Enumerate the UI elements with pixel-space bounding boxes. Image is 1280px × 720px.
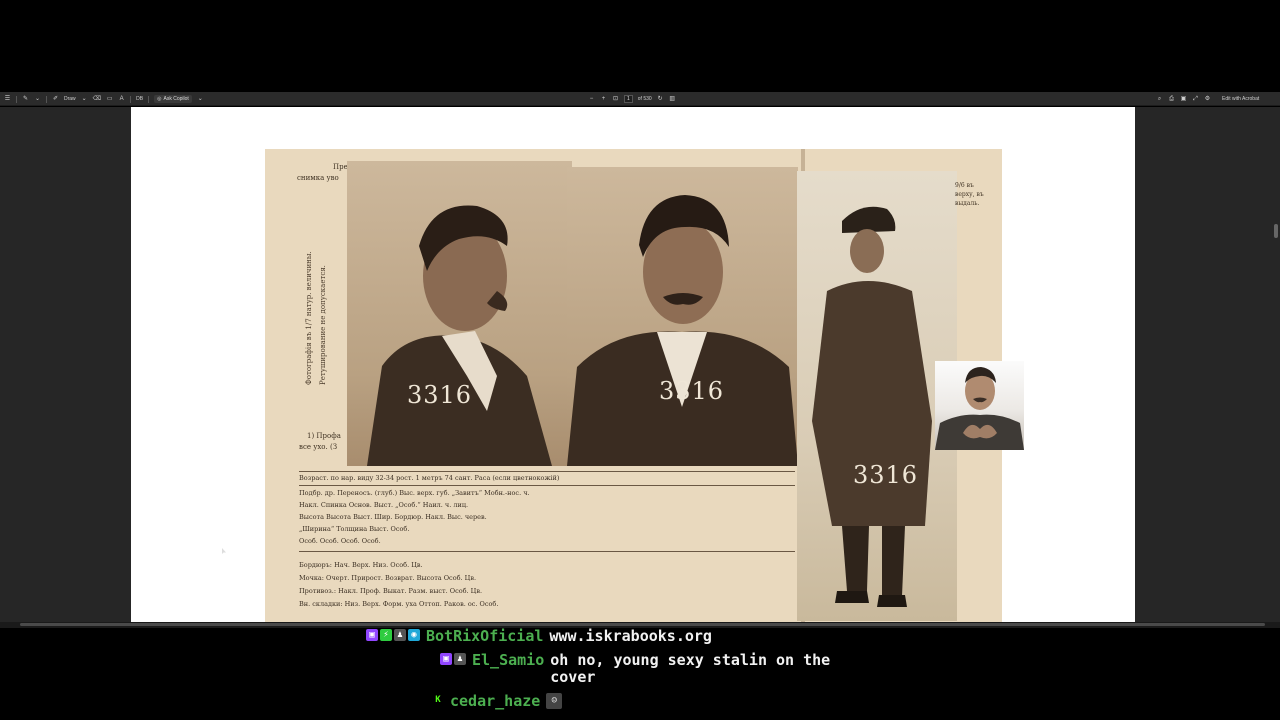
profile-photo: 3316 [347,161,572,466]
chat-message: ▣ ⚡ ♟ ◉ BotRixOficial www.iskrabooks.org [366,628,712,645]
partner-icon: ◉ [408,629,420,641]
cursor-icon [222,540,226,554]
edit-with-acrobat-button[interactable]: Edit with Acrobat [1222,96,1259,102]
form-rule [299,485,795,486]
vertical-scrollbar-thumb[interactable] [1274,224,1278,238]
fit-page-icon[interactable]: ⊡ [612,95,619,104]
menu-icon[interactable]: ☰ [4,95,11,104]
highlight-icon[interactable]: ✎ [22,95,29,104]
page-view-icon[interactable]: ▥ [669,95,676,104]
mugshot-card-scan: Пре снимка уво Фотографія въ 1/7 натур. … [265,149,1002,622]
broadcaster-icon: ♟ [394,629,406,641]
chevron-down-icon[interactable]: ⌄ [34,95,41,104]
eraser-icon[interactable]: ⌫ [93,95,101,104]
chat-message: K cedar_haze ☺ [432,693,563,710]
caption-line: все ухо. (З [299,443,338,451]
overlay-portrait [935,367,1024,450]
ask-copilot-label: Ask Copilot [163,96,189,102]
zoom-display[interactable]: DB [136,96,143,102]
twitch-icon: ▣ [440,653,452,665]
chat-username[interactable]: BotRixOficial [426,628,543,645]
profile-figure [367,205,552,466]
ask-copilot-button[interactable]: ◎ Ask Copilot [154,95,192,103]
search-icon[interactable]: ⌕ [1156,95,1163,104]
form-row: Высота Высота Выст. Шир. Бордюр. Накл. В… [299,513,487,521]
page-number-input[interactable]: 1 [624,95,633,103]
pdf-viewer[interactable]: Пре снимка уво Фотографія въ 1/7 натур. … [0,107,1280,720]
header-text: Пре [333,163,348,171]
prisoner-number: 3316 [407,381,473,409]
settings-icon[interactable]: ⚙ [1204,95,1211,104]
stream-top-area [0,0,1280,92]
prisoner-number: 3316 [659,377,725,405]
badge-group: K [432,694,444,706]
chat-username[interactable]: cedar_haze [450,693,540,710]
twitch-icon: ▣ [366,629,378,641]
full-length-figure [812,206,932,607]
badge-group: ▣ ♟ [440,653,466,665]
copilot-icon: ◎ [157,96,162,102]
pdf-toolbar: ☰ ✎ ⌄ ✐ Draw ⌄ ⌫ ▭ A DB ◎ Ask Copilot ⌄ … [0,92,1280,106]
full-length-photo: 3316 [797,171,957,621]
draw-button[interactable]: Draw [64,96,76,102]
page-total: of 530 [637,96,652,102]
form-row: Мочка: Очерт. Прирост. Возврат. Высота О… [299,574,477,582]
toolbar-divider [130,95,132,103]
draw-icon[interactable]: ✐ [52,95,59,104]
user-icon: ♟ [454,653,466,665]
text-box-icon[interactable]: ▭ [106,95,113,104]
form-row: Бордюръ: Нач. Верх. Низ. Особ. Цв. [299,561,423,569]
frontal-photo: 3316 [567,167,798,466]
chat-message: ▣ ♟ El_Samio oh no, young sexy stalin on… [440,652,920,686]
zoom-out-icon[interactable]: − [588,95,595,104]
form-row: Возраст. по нар. виду 32-34 рост. 1 метр… [299,474,560,482]
zoom-in-icon[interactable]: + [600,95,607,104]
header-text: снимка уво [297,174,339,182]
frontal-figure [567,195,798,466]
form-row: Особ. Особ. Особ. Особ. [299,537,381,545]
chat-username[interactable]: El_Samio [472,652,544,669]
form-row: Подбр. др. Переносъ. (глуб.) Выс. верх. … [299,489,530,497]
side-note: 9/6 въ верху, въ выдаль. [955,182,984,207]
overlay-portrait-photo [935,361,1024,450]
vertical-caption: Фотографія въ 1/7 натур. величины. [305,251,313,385]
form-row: Вн. складки: Низ. Верх. Форм. уха Оттоп.… [299,600,499,608]
save-icon[interactable]: ▣ [1180,95,1187,104]
toolbar-divider [16,95,17,103]
vertical-caption: Ретуширование не допускается. [319,265,327,385]
chat-text: www.iskrabooks.org [549,627,712,645]
form-rule [299,551,795,552]
rotate-icon[interactable]: ↻ [657,95,664,104]
horizontal-scrollbar-thumb[interactable] [20,623,1265,626]
chevron-down-icon[interactable]: ⌄ [197,95,204,104]
form-row: Накл. Спинка Основ. Выст. „Особ.“ Наил. … [299,501,469,509]
read-aloud-icon[interactable]: A [118,95,125,104]
bot-icon: ⚡ [380,629,392,641]
chat-text: oh no, young sexy stalin on the cover [550,651,831,686]
kick-icon: K [432,694,444,706]
badge-group: ▣ ⚡ ♟ ◉ [366,629,420,641]
chat-overlay: ▣ ⚡ ♟ ◉ BotRixOficial www.iskrabooks.org… [0,628,1280,720]
print-icon[interactable]: ⎙ [1168,95,1175,104]
form-row: Противоз.: Накл. Проф. Выкат. Разм. выст… [299,587,483,595]
caption-line: 1) Профа [307,432,341,440]
emote-icon: ☺ [546,693,563,709]
description-form: Возраст. по нар. виду 32-34 рост. 1 метр… [299,471,795,622]
chevron-down-icon[interactable]: ⌄ [81,95,88,104]
form-rule [299,471,795,472]
form-row: „Ширина“ Толщина Выст. Особ. [299,525,410,533]
toolbar-divider [46,95,47,103]
prisoner-number: 3316 [853,461,919,489]
toolbar-divider [148,95,150,103]
fullscreen-icon[interactable]: ⤢ [1192,95,1199,104]
